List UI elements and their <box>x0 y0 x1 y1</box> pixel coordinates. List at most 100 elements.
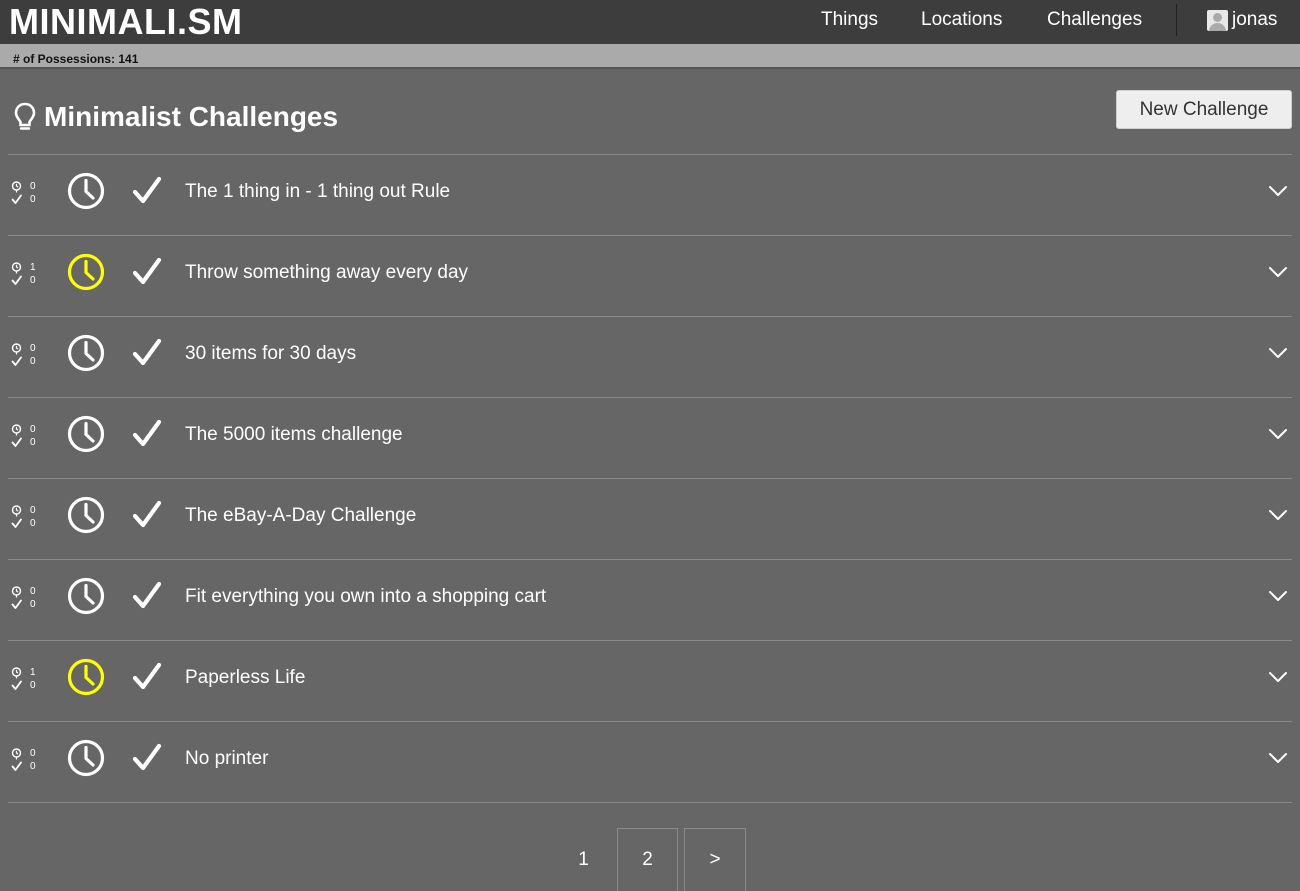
top-navbar: MINIMALI.SM Things Locations Challenges … <box>0 0 1300 44</box>
user-avatar-icon <box>1207 9 1228 31</box>
mini-clock-icon <box>11 262 22 274</box>
mini-check-icon <box>11 761 22 771</box>
clock-icon[interactable] <box>67 496 105 534</box>
check-icon[interactable] <box>132 743 162 773</box>
running-count: 0 <box>30 748 36 759</box>
done-count: 0 <box>30 356 36 367</box>
challenge-stats: 1 0 <box>11 667 39 691</box>
check-icon[interactable] <box>132 500 162 530</box>
running-count: 0 <box>30 181 36 192</box>
mini-check-icon <box>11 599 22 609</box>
mini-check-icon <box>11 194 22 204</box>
mini-check-icon <box>11 356 22 366</box>
running-count: 0 <box>30 505 36 516</box>
done-count: 0 <box>30 761 36 772</box>
mini-check-icon <box>11 518 22 528</box>
mini-clock-icon <box>11 586 22 598</box>
challenge-title[interactable]: Throw something away every day <box>185 262 468 284</box>
mini-clock-icon <box>11 424 22 436</box>
user-menu[interactable]: jonas <box>1207 9 1277 31</box>
challenge-title[interactable]: The 1 thing in - 1 thing out Rule <box>185 181 450 203</box>
check-icon[interactable] <box>132 338 162 368</box>
challenge-stats: 0 0 <box>11 181 39 205</box>
challenge-row[interactable]: 0 0 The 5000 items challenge <box>8 398 1292 479</box>
new-challenge-button[interactable]: New Challenge <box>1116 90 1292 129</box>
challenge-list: 0 0 The 1 thing in - 1 thing out Rule 1 <box>8 154 1292 803</box>
done-count: 0 <box>30 194 36 205</box>
mini-check-icon <box>11 275 22 285</box>
clock-icon[interactable] <box>67 334 105 372</box>
page-title-text: Minimalist Challenges <box>44 101 339 132</box>
clock-icon[interactable] <box>67 253 105 291</box>
nav-divider <box>1176 4 1177 36</box>
challenge-row[interactable]: 1 0 Throw something away every day <box>8 236 1292 317</box>
challenge-title[interactable]: Paperless Life <box>185 667 305 689</box>
challenge-row[interactable]: 1 0 Paperless Life <box>8 641 1292 722</box>
challenge-stats: 0 0 <box>11 748 39 772</box>
check-icon[interactable] <box>132 257 162 287</box>
nav-challenges[interactable]: Challenges <box>1047 9 1142 31</box>
app-logo[interactable]: MINIMALI.SM <box>9 2 242 42</box>
challenge-title[interactable]: 30 items for 30 days <box>185 343 356 365</box>
possessions-bar: # of Possessions: 141 <box>0 44 1300 69</box>
nav-locations[interactable]: Locations <box>921 9 1002 31</box>
done-count: 0 <box>30 275 36 286</box>
challenge-row[interactable]: 0 0 The eBay-A-Day Challenge <box>8 479 1292 560</box>
page-2-link[interactable]: 2 <box>617 828 678 891</box>
page-1-link[interactable]: 1 <box>550 828 617 891</box>
chevron-down-icon[interactable] <box>1268 590 1288 602</box>
check-icon[interactable] <box>132 662 162 692</box>
clock-icon[interactable] <box>67 658 105 696</box>
running-count: 0 <box>30 586 36 597</box>
clock-icon[interactable] <box>67 172 105 210</box>
mini-check-icon <box>11 680 22 690</box>
chevron-down-icon[interactable] <box>1268 671 1288 683</box>
challenge-title[interactable]: Fit everything you own into a shopping c… <box>185 586 546 608</box>
chevron-down-icon[interactable] <box>1268 509 1288 521</box>
clock-icon[interactable] <box>67 577 105 615</box>
running-count: 0 <box>30 424 36 435</box>
lightbulb-icon <box>14 102 36 130</box>
challenge-title[interactable]: No printer <box>185 748 268 770</box>
challenge-title[interactable]: The eBay-A-Day Challenge <box>185 505 416 527</box>
challenge-row[interactable]: 0 0 No printer <box>8 722 1292 803</box>
challenge-row[interactable]: 0 0 The 1 thing in - 1 thing out Rule <box>8 155 1292 236</box>
user-name: jonas <box>1232 9 1278 30</box>
mini-clock-icon <box>11 505 22 517</box>
challenge-stats: 0 0 <box>11 505 39 529</box>
done-count: 0 <box>30 437 36 448</box>
next-page-link[interactable]: > <box>684 828 746 891</box>
challenge-stats: 0 0 <box>11 343 39 367</box>
challenge-stats: 1 0 <box>11 262 39 286</box>
mini-clock-icon <box>11 343 22 355</box>
chevron-down-icon[interactable] <box>1268 428 1288 440</box>
page-title: Minimalist Challenges <box>14 100 338 134</box>
chevron-down-icon[interactable] <box>1268 752 1288 764</box>
challenge-stats: 0 0 <box>11 424 39 448</box>
chevron-down-icon[interactable] <box>1268 266 1288 278</box>
mini-clock-icon <box>11 748 22 760</box>
check-icon[interactable] <box>132 176 162 206</box>
check-icon[interactable] <box>132 419 162 449</box>
clock-icon[interactable] <box>67 739 105 777</box>
challenge-title[interactable]: The 5000 items challenge <box>185 424 403 446</box>
done-count: 0 <box>30 680 36 691</box>
mini-check-icon <box>11 437 22 447</box>
done-count: 0 <box>30 518 36 529</box>
done-count: 0 <box>30 599 36 610</box>
challenge-row[interactable]: 0 0 Fit everything you own into a shoppi… <box>8 560 1292 641</box>
challenge-row[interactable]: 0 0 30 items for 30 days <box>8 317 1292 398</box>
chevron-down-icon[interactable] <box>1268 347 1288 359</box>
running-count: 1 <box>30 262 36 273</box>
clock-icon[interactable] <box>67 415 105 453</box>
possessions-count: # of Possessions: 141 <box>13 52 139 66</box>
challenge-stats: 0 0 <box>11 586 39 610</box>
pagination: 1 2 > <box>550 828 746 891</box>
running-count: 1 <box>30 667 36 678</box>
running-count: 0 <box>30 343 36 354</box>
nav-things[interactable]: Things <box>821 9 878 31</box>
mini-clock-icon <box>11 667 22 679</box>
check-icon[interactable] <box>132 581 162 611</box>
chevron-down-icon[interactable] <box>1268 185 1288 197</box>
mini-clock-icon <box>11 181 22 193</box>
